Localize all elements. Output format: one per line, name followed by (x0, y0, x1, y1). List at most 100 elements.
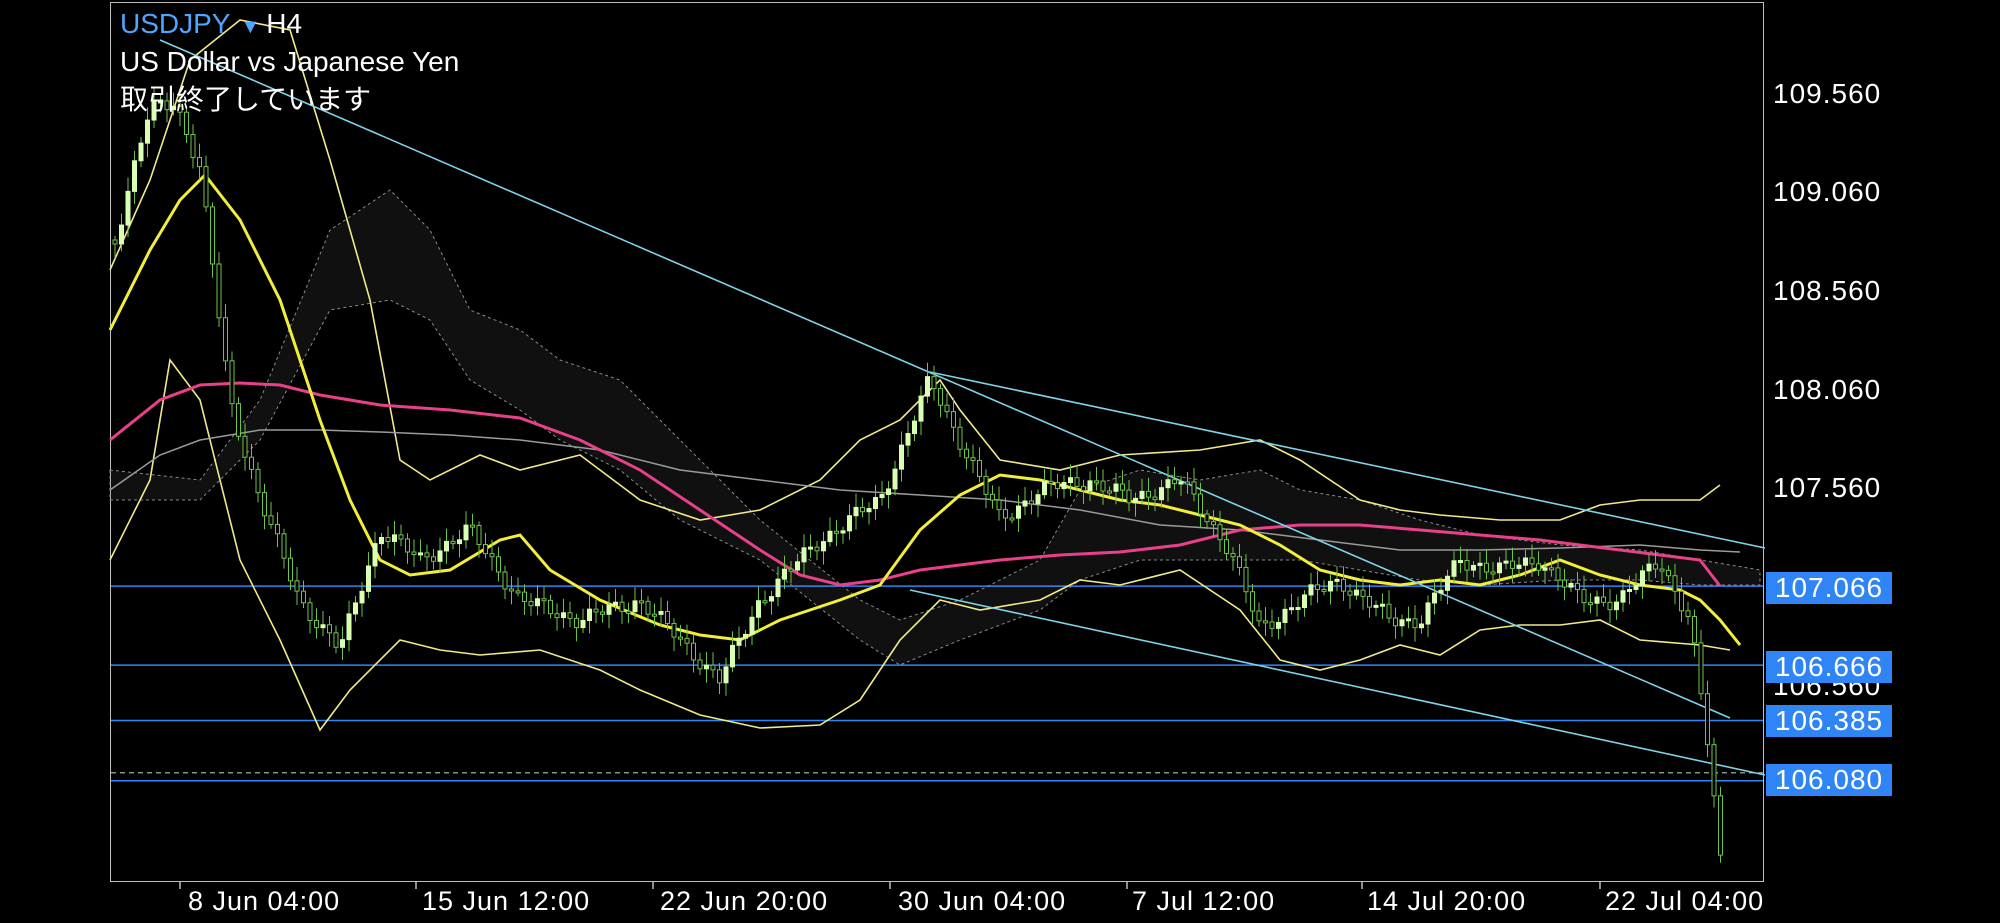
candle-body (255, 468, 261, 494)
candle-body (561, 612, 566, 619)
candle-body (1685, 610, 1691, 618)
candle-body (1133, 497, 1138, 504)
candle-body (1198, 493, 1203, 515)
candle-body (496, 556, 501, 573)
price-tick: 109.060 (1773, 176, 1882, 207)
candle-body (593, 608, 599, 613)
candle-body (132, 160, 137, 192)
candle-body (1087, 480, 1093, 492)
price-level-label[interactable]: 106.080 (1766, 764, 1892, 796)
candle-body (1126, 489, 1132, 504)
candle-body (450, 540, 456, 545)
candle-body (1419, 623, 1424, 629)
candle-body (1659, 568, 1665, 572)
candle-body (515, 590, 521, 594)
candle-body (1490, 571, 1496, 575)
candle-body (535, 598, 540, 607)
candle-body (821, 541, 826, 552)
candle-body (1627, 588, 1632, 592)
candle-body (528, 601, 534, 607)
candle-body (1328, 580, 1333, 592)
candle-body (678, 636, 683, 640)
candle-body (294, 580, 300, 592)
candle-body (1406, 618, 1411, 622)
candle-body (983, 475, 989, 495)
candle-body (1445, 575, 1450, 591)
candle-body (632, 600, 638, 613)
price-level-label[interactable]: 106.385 (1766, 705, 1892, 737)
time-tick: 15 Jun 12:00 (422, 886, 591, 916)
candle-body (990, 493, 995, 501)
candle-body (860, 506, 865, 513)
trendline (909, 589, 1766, 776)
candle-body (1653, 563, 1658, 570)
candle-body (918, 395, 924, 422)
candle-body (307, 602, 313, 622)
candle-body (840, 530, 846, 534)
candle-body (1471, 564, 1476, 571)
candle-body (912, 420, 917, 435)
candle-body (704, 664, 709, 670)
price-level-label[interactable]: 106.666 (1766, 651, 1892, 683)
candle-body (925, 376, 930, 397)
candle-body (1432, 592, 1437, 604)
candle-body (379, 537, 384, 545)
candle-body (639, 600, 644, 604)
symbol-description: US Dollar vs Japanese Yen (120, 46, 460, 77)
candle-body (1666, 569, 1671, 577)
candle-body (1451, 560, 1457, 577)
candle-body (1295, 607, 1301, 611)
candle-body (1620, 590, 1626, 603)
candle-body (743, 633, 748, 639)
candle-body (372, 543, 378, 567)
candle-body (1276, 621, 1281, 629)
symbol-name[interactable]: USDJPY (120, 8, 230, 39)
candle-body (1373, 604, 1379, 608)
candle-body (242, 435, 248, 458)
candle-body (1412, 618, 1418, 629)
candle-body (1178, 481, 1184, 485)
candle-body (1367, 595, 1372, 608)
candle-body (1289, 607, 1294, 611)
candle-body (385, 537, 391, 542)
timeframe-label[interactable]: H4 (266, 8, 302, 39)
candle-body (489, 553, 495, 558)
candle-body (1516, 564, 1522, 569)
candle-body (1022, 500, 1028, 507)
candle-body (814, 546, 820, 552)
candle-body (1601, 596, 1606, 603)
candle-body (1263, 620, 1268, 624)
price-tick: 109.560 (1773, 78, 1882, 109)
candle-body (444, 540, 449, 552)
symbol-selector[interactable]: USDJPY ▼ H4 (120, 8, 302, 40)
candle-body (1354, 589, 1359, 596)
candle-body (574, 617, 579, 629)
candle-body (1581, 589, 1587, 604)
candle-body (658, 611, 664, 615)
dropdown-caret-icon[interactable]: ▼ (240, 16, 260, 38)
candle-body (353, 602, 358, 615)
candle-body (801, 547, 807, 563)
candle-body (1568, 582, 1574, 588)
chart-canvas (108, 19, 1766, 889)
candle-body (424, 552, 430, 558)
price-tick: 108.560 (1773, 275, 1882, 306)
candle-body (1646, 563, 1652, 572)
price-level-label[interactable]: 107.066 (1766, 572, 1892, 604)
candle-body (1302, 594, 1307, 609)
candle-body (1243, 566, 1249, 593)
candle-body (775, 578, 781, 598)
candle-body (359, 590, 365, 604)
candle-body (1035, 494, 1041, 505)
candle-body (1477, 562, 1483, 566)
candle-body (1711, 744, 1717, 797)
candle-body (1230, 553, 1236, 558)
candle-body (1211, 521, 1216, 526)
candle-body (418, 552, 423, 556)
time-tick: 30 Jun 04:00 (898, 886, 1067, 916)
candle-body (944, 404, 950, 413)
candle-body (788, 568, 794, 572)
candle-body (249, 456, 254, 470)
candle-body (275, 523, 280, 535)
candle-body (190, 133, 196, 159)
